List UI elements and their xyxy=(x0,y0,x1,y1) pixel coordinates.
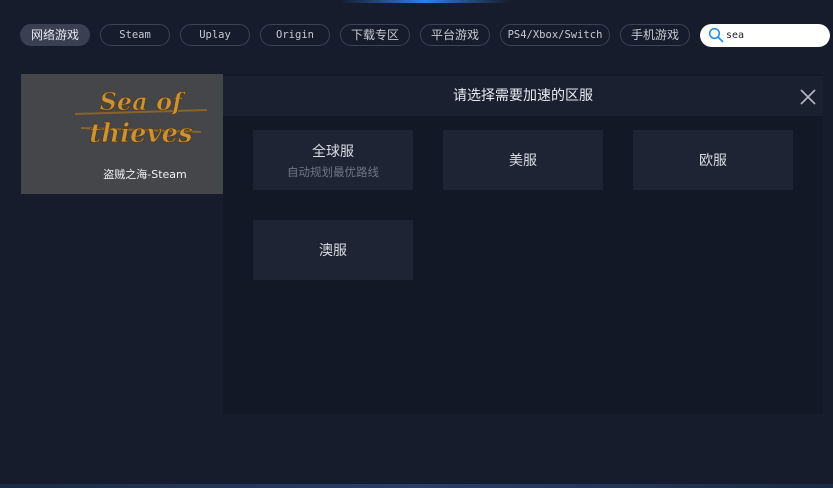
region-global-label: 全球服 xyxy=(312,144,354,160)
region-global-subtitle: 自动规划最优路线 xyxy=(287,165,379,179)
tab-steam[interactable]: Steam xyxy=(100,24,170,46)
region-eu-button[interactable]: 欧服 xyxy=(633,130,793,190)
tab-origin[interactable]: Origin xyxy=(260,24,330,46)
search-icon[interactable] xyxy=(708,27,724,43)
region-au-button[interactable]: 澳服 xyxy=(253,220,413,280)
game-logo: Sea of thieves xyxy=(74,87,208,149)
tab-mobile-games[interactable]: 手机游戏 xyxy=(620,24,690,46)
region-global-button[interactable]: 全球服 自动规划最优路线 xyxy=(253,130,413,190)
region-dialog: 请选择需要加速的区服 全球服 自动规划最优路线 美服 欧服 澳服 xyxy=(223,74,823,414)
region-us-label: 美服 xyxy=(509,153,537,169)
game-card[interactable]: Sea of thieves 盗贼之海-Steam xyxy=(21,74,223,194)
tab-online-games[interactable]: 网络游戏 xyxy=(20,24,90,46)
search-input[interactable] xyxy=(726,26,824,44)
dialog-title: 请选择需要加速的区服 xyxy=(223,76,823,116)
region-au-label: 澳服 xyxy=(319,243,347,259)
tab-downloads[interactable]: 下载专区 xyxy=(340,24,410,46)
tab-console[interactable]: PS4/Xbox/Switch xyxy=(500,24,610,46)
close-icon[interactable] xyxy=(799,88,817,106)
logo-line-2: thieves xyxy=(89,119,193,149)
region-us-button[interactable]: 美服 xyxy=(443,130,603,190)
tab-uplay[interactable]: Uplay xyxy=(180,24,250,46)
top-accent-line xyxy=(340,0,510,3)
tab-platform-games[interactable]: 平台游戏 xyxy=(420,24,490,46)
bottom-accent-line xyxy=(0,484,833,488)
region-eu-label: 欧服 xyxy=(699,153,727,169)
search-box[interactable] xyxy=(700,24,830,47)
logo-line-1: Sea of xyxy=(100,87,187,116)
